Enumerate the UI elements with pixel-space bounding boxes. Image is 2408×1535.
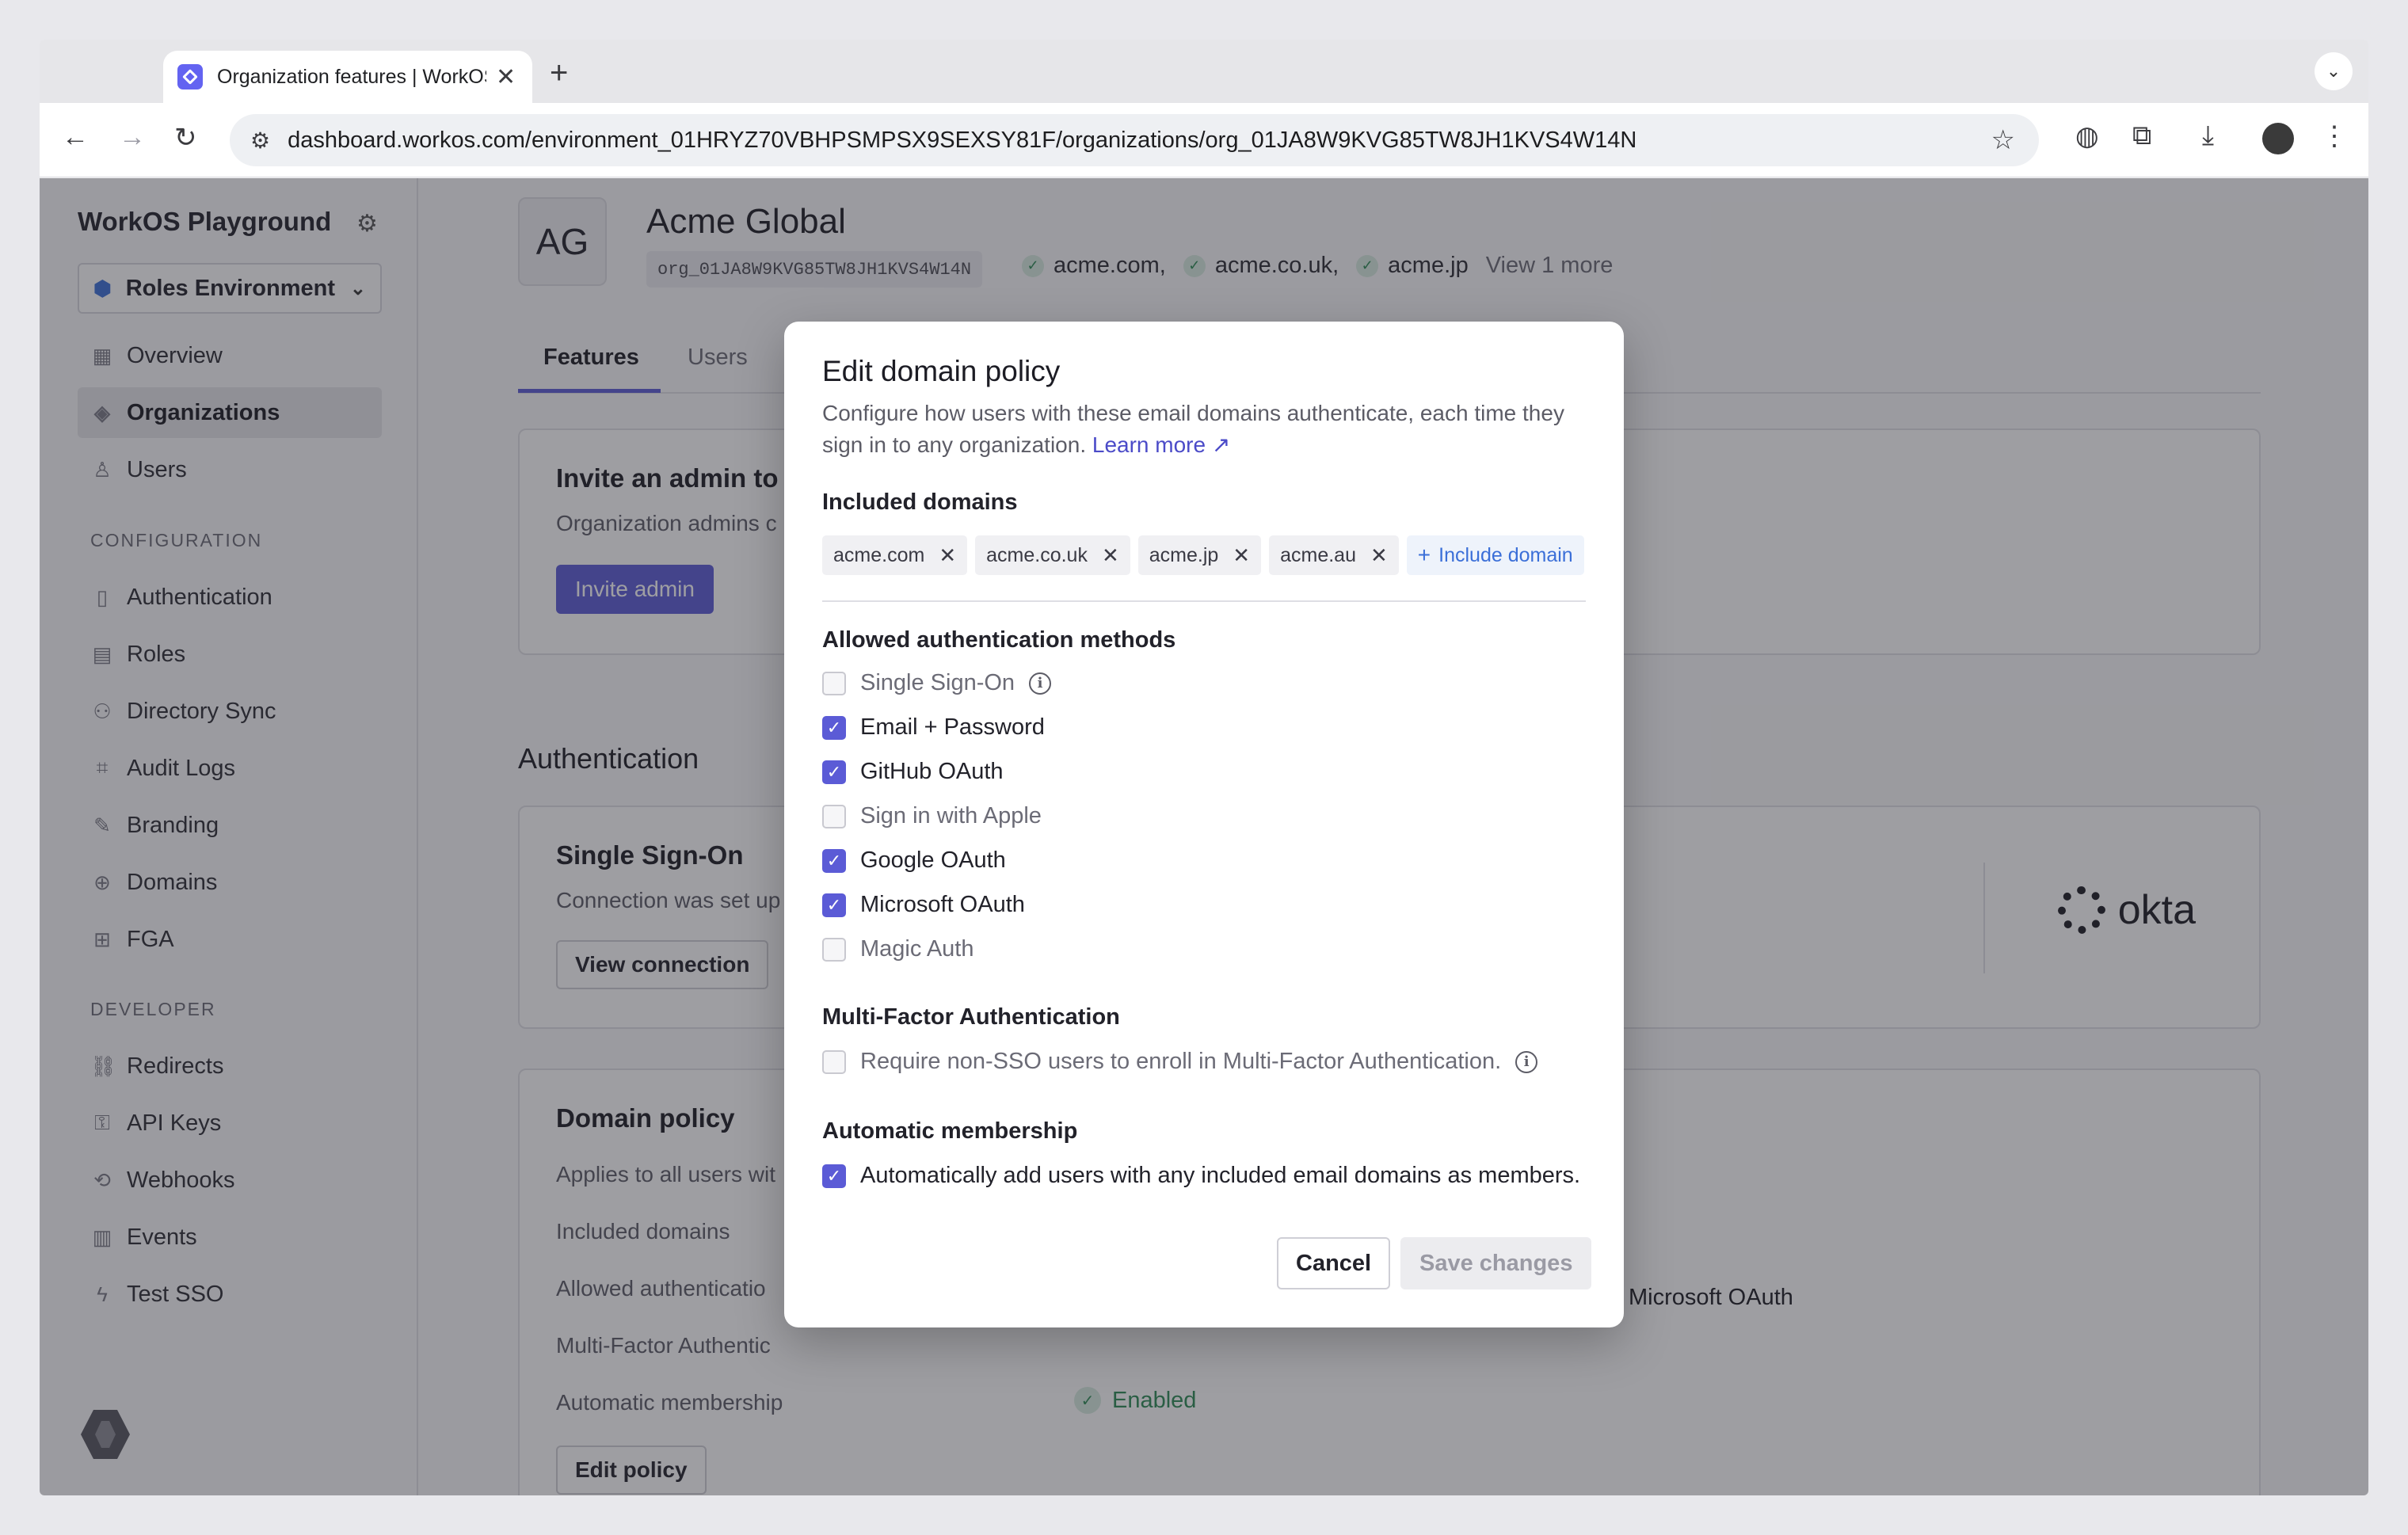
reload-icon[interactable]: ↻ — [174, 122, 197, 154]
edit-domain-policy-dialog: Edit domain policy Configure how users w… — [784, 322, 1624, 1327]
new-tab-button[interactable]: + — [550, 55, 568, 91]
browser-toolbar: ← → ↻ ⚙ dashboard.workos.com/environment… — [40, 103, 2368, 177]
method-label: Magic Auth — [860, 936, 974, 962]
remove-chip-icon[interactable]: ✕ — [1233, 543, 1250, 568]
method-microsoft-oauth[interactable]: ✓ Microsoft OAuth — [822, 892, 1025, 918]
address-bar[interactable]: ⚙ dashboard.workos.com/environment_01HRY… — [230, 114, 2039, 166]
tab-strip: Organization features | WorkOS ✕ + ⌄ — [40, 40, 2368, 103]
mfa-label: Multi-Factor Authentication — [822, 1004, 1120, 1030]
membership-option[interactable]: ✓ Automatically add users with any inclu… — [822, 1163, 1580, 1189]
method-magic-auth[interactable]: Magic Auth — [822, 936, 973, 962]
url-text: dashboard.workos.com/environment_01HRYZ7… — [288, 127, 1637, 153]
learn-more-label: Learn more — [1092, 432, 1206, 457]
method-label: Google OAuth — [860, 847, 1006, 873]
external-link-icon: ↗ — [1211, 432, 1231, 457]
method-label: Email + Password — [860, 714, 1045, 740]
bookmark-star-icon[interactable]: ☆ — [1991, 124, 2015, 156]
save-changes-button[interactable]: Save changes — [1400, 1237, 1592, 1289]
extensions-icon[interactable]: ⧉ — [2132, 120, 2151, 151]
workos-favicon-icon — [177, 64, 203, 90]
profile-avatar[interactable] — [2262, 123, 2294, 154]
membership-option-label: Automatically add users with any include… — [860, 1163, 1581, 1188]
method-email-password[interactable]: ✓ Email + Password — [822, 714, 1045, 741]
chip-label: acme.au — [1280, 543, 1356, 566]
remove-chip-icon[interactable]: ✕ — [1102, 543, 1119, 568]
checkbox[interactable] — [822, 1049, 846, 1074]
cancel-button[interactable]: Cancel — [1277, 1237, 1391, 1289]
method-single-sign-on[interactable]: Single Sign-On i — [822, 670, 1052, 696]
methods-label: Allowed authentication methods — [822, 627, 1176, 653]
download-icon[interactable]: ⤓ — [2202, 120, 2214, 151]
back-icon[interactable]: ← — [62, 122, 89, 153]
checkbox[interactable] — [822, 937, 846, 962]
method-sign-in-with-apple[interactable]: Sign in with Apple — [822, 803, 1042, 829]
dialog-description: Configure how users with these email dom… — [822, 398, 1583, 461]
checkbox[interactable]: ✓ — [822, 893, 846, 917]
mfa-option-label: Require non-SSO users to enroll in Multi… — [860, 1049, 1502, 1074]
browser-tab[interactable]: Organization features | WorkOS ✕ — [163, 51, 532, 103]
remove-chip-icon[interactable]: ✕ — [939, 543, 956, 568]
checkbox[interactable]: ✓ — [822, 848, 846, 873]
mfa-option[interactable]: Require non-SSO users to enroll in Multi… — [822, 1049, 1538, 1075]
dialog-title: Edit domain policy — [822, 355, 1061, 387]
forward-icon[interactable]: → — [119, 122, 146, 153]
checkbox[interactable]: ✓ — [822, 760, 846, 784]
include-domain-label: Include domain — [1438, 543, 1573, 566]
checkbox[interactable]: ✓ — [822, 1164, 846, 1188]
method-label: Microsoft OAuth — [860, 892, 1025, 917]
domain-chip: acme.com ✕ — [822, 535, 968, 575]
checkbox[interactable] — [822, 671, 846, 695]
checkbox[interactable] — [822, 804, 846, 828]
include-domain-button[interactable]: + Include domain — [1406, 535, 1584, 575]
chip-label: acme.com — [833, 543, 925, 566]
domain-chip: acme.co.uk ✕ — [975, 535, 1130, 575]
domain-chips: acme.com ✕ acme.co.uk ✕ acme.jp ✕ acme.au ✕ … — [822, 535, 1592, 575]
method-github-oauth[interactable]: ✓ GitHub OAuth — [822, 759, 1004, 785]
password-manager-icon[interactable]: ◍ — [2075, 120, 2099, 152]
close-tab-icon[interactable]: ✕ — [496, 63, 516, 91]
remove-chip-icon[interactable]: ✕ — [1370, 543, 1388, 568]
membership-label: Automatic membership — [822, 1118, 1078, 1144]
tab-search-button[interactable]: ⌄ — [2315, 52, 2353, 90]
method-label: Single Sign-On — [860, 670, 1015, 695]
tab-title: Organization features | WorkOS — [217, 65, 486, 88]
included-domains-label: Included domains — [822, 489, 1018, 515]
browser-window: Organization features | WorkOS ✕ + ⌄ ← →… — [40, 40, 2368, 1495]
domain-chip: acme.jp ✕ — [1137, 535, 1262, 575]
domain-chip: acme.au ✕ — [1269, 535, 1399, 575]
learn-more-link[interactable]: Learn more ↗ — [1092, 432, 1230, 457]
plus-icon: + — [1417, 543, 1431, 567]
chip-label: acme.jp — [1149, 543, 1219, 566]
method-label: Sign in with Apple — [860, 803, 1042, 828]
checkbox[interactable]: ✓ — [822, 715, 846, 740]
method-google-oauth[interactable]: ✓ Google OAuth — [822, 847, 1006, 874]
dialog-divider — [822, 600, 1586, 602]
method-label: GitHub OAuth — [860, 759, 1004, 784]
chip-label: acme.co.uk — [986, 543, 1088, 566]
info-icon[interactable]: i — [1029, 672, 1052, 695]
more-menu-icon[interactable]: ⋮ — [2321, 120, 2348, 152]
info-icon[interactable]: i — [1515, 1050, 1538, 1073]
site-settings-icon[interactable]: ⚙ — [250, 128, 270, 154]
